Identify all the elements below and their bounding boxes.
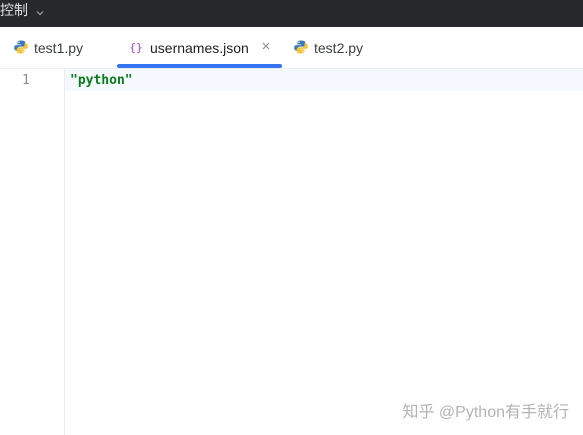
- watermark: 知乎 @Python有手就行: [402, 404, 569, 421]
- code-line[interactable]: "python": [70, 73, 133, 88]
- tab-label: test1.py: [34, 40, 84, 56]
- close-icon[interactable]: [260, 40, 272, 52]
- tab-test2-py[interactable]: test2.py: [290, 27, 385, 68]
- line-number: 1: [22, 73, 30, 88]
- tab-usernames-json[interactable]: {} usernames.json: [117, 27, 282, 68]
- top-toolbar: 控制: [0, 0, 583, 27]
- editor-tab-bar: test1.py {} usernames.json test2.py: [0, 27, 583, 69]
- active-tab-indicator: [117, 64, 282, 68]
- chevron-down-icon[interactable]: [35, 8, 45, 18]
- tab-label: usernames.json: [150, 40, 249, 56]
- tab-test1-py[interactable]: test1.py: [10, 27, 105, 68]
- json-file-icon: {}: [129, 41, 142, 54]
- python-file-icon: [294, 40, 308, 54]
- svg-text:{}: {}: [129, 41, 142, 54]
- tab-label: test2.py: [314, 40, 364, 56]
- version-control-menu-label[interactable]: 控制: [0, 0, 28, 20]
- python-file-icon: [14, 40, 28, 54]
- code-editor[interactable]: 1 "python": [0, 69, 583, 435]
- line-number-gutter: 1: [0, 69, 65, 435]
